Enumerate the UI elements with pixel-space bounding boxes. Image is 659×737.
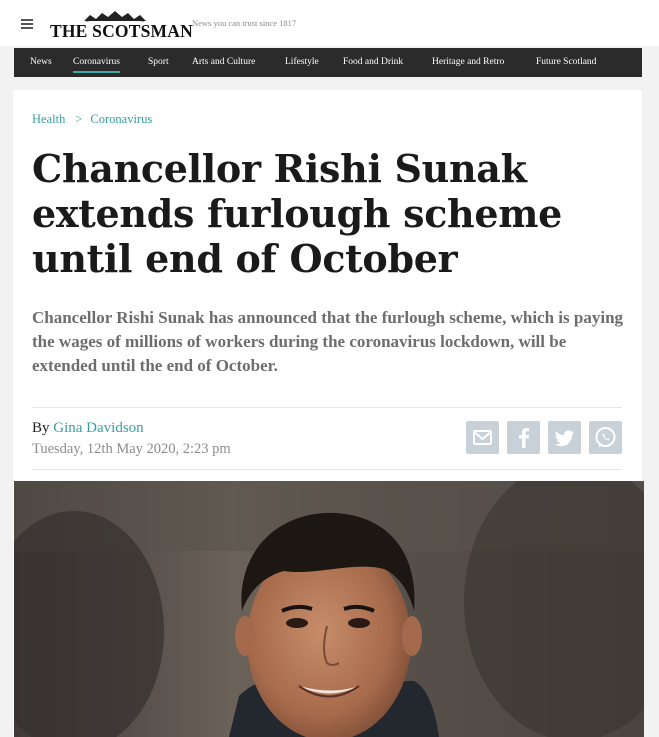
nav-item-arts-and-culture[interactable]: Arts and Culture [192,48,255,77]
share-facebook-button[interactable] [507,421,540,454]
byline-prefix: By [32,420,50,436]
byline: By Gina Davidson [32,420,144,437]
hero-photo [14,481,644,737]
share-email-button[interactable] [466,421,499,454]
hamburger-menu-icon[interactable] [21,19,33,29]
publish-date: Tuesday, 12th May 2020, 2:23 pm [32,441,231,457]
article-headline: Chancellor Rishi Sunak extends furlough … [32,146,563,281]
tagline: News you can trust since 1817 [192,18,297,28]
nav-item-future-scotland[interactable]: Future Scotland [536,48,596,77]
share-twitter-button[interactable] [548,421,581,454]
article-hero-image [14,481,644,737]
logo-text: THE SCOTSMAN [50,21,193,41]
share-whatsapp-button[interactable] [589,421,622,454]
twitter-icon [554,430,574,447]
site-header: THE SCOTSMAN News you can trust since 18… [0,0,659,46]
nav-item-lifestyle[interactable]: Lifestyle [285,48,319,77]
nav-item-food-and-drink[interactable]: Food and Drink [343,48,403,77]
breadcrumb: Health > Coronavirus [32,112,152,127]
site-logo[interactable]: THE SCOTSMAN [50,10,193,41]
breadcrumb-health[interactable]: Health [32,112,65,126]
email-icon [473,430,492,445]
nav-item-heritage-and-retro[interactable]: Heritage and Retro [432,48,504,77]
article-standfirst: Chancellor Rishi Sunak has announced tha… [32,308,624,375]
byline-divider-top [32,407,622,408]
byline-divider-bottom [32,469,622,470]
author-link[interactable]: Gina Davidson [53,420,143,436]
nav-item-sport[interactable]: Sport [148,48,169,77]
breadcrumb-coronavirus[interactable]: Coronavirus [90,112,152,126]
main-nav: News Coronavirus Sport Arts and Culture … [14,48,642,77]
whatsapp-icon [595,427,616,448]
facebook-icon [519,428,529,448]
breadcrumb-separator: > [75,112,83,126]
nav-item-news[interactable]: News [30,48,52,77]
nav-item-coronavirus[interactable]: Coronavirus [73,48,120,77]
